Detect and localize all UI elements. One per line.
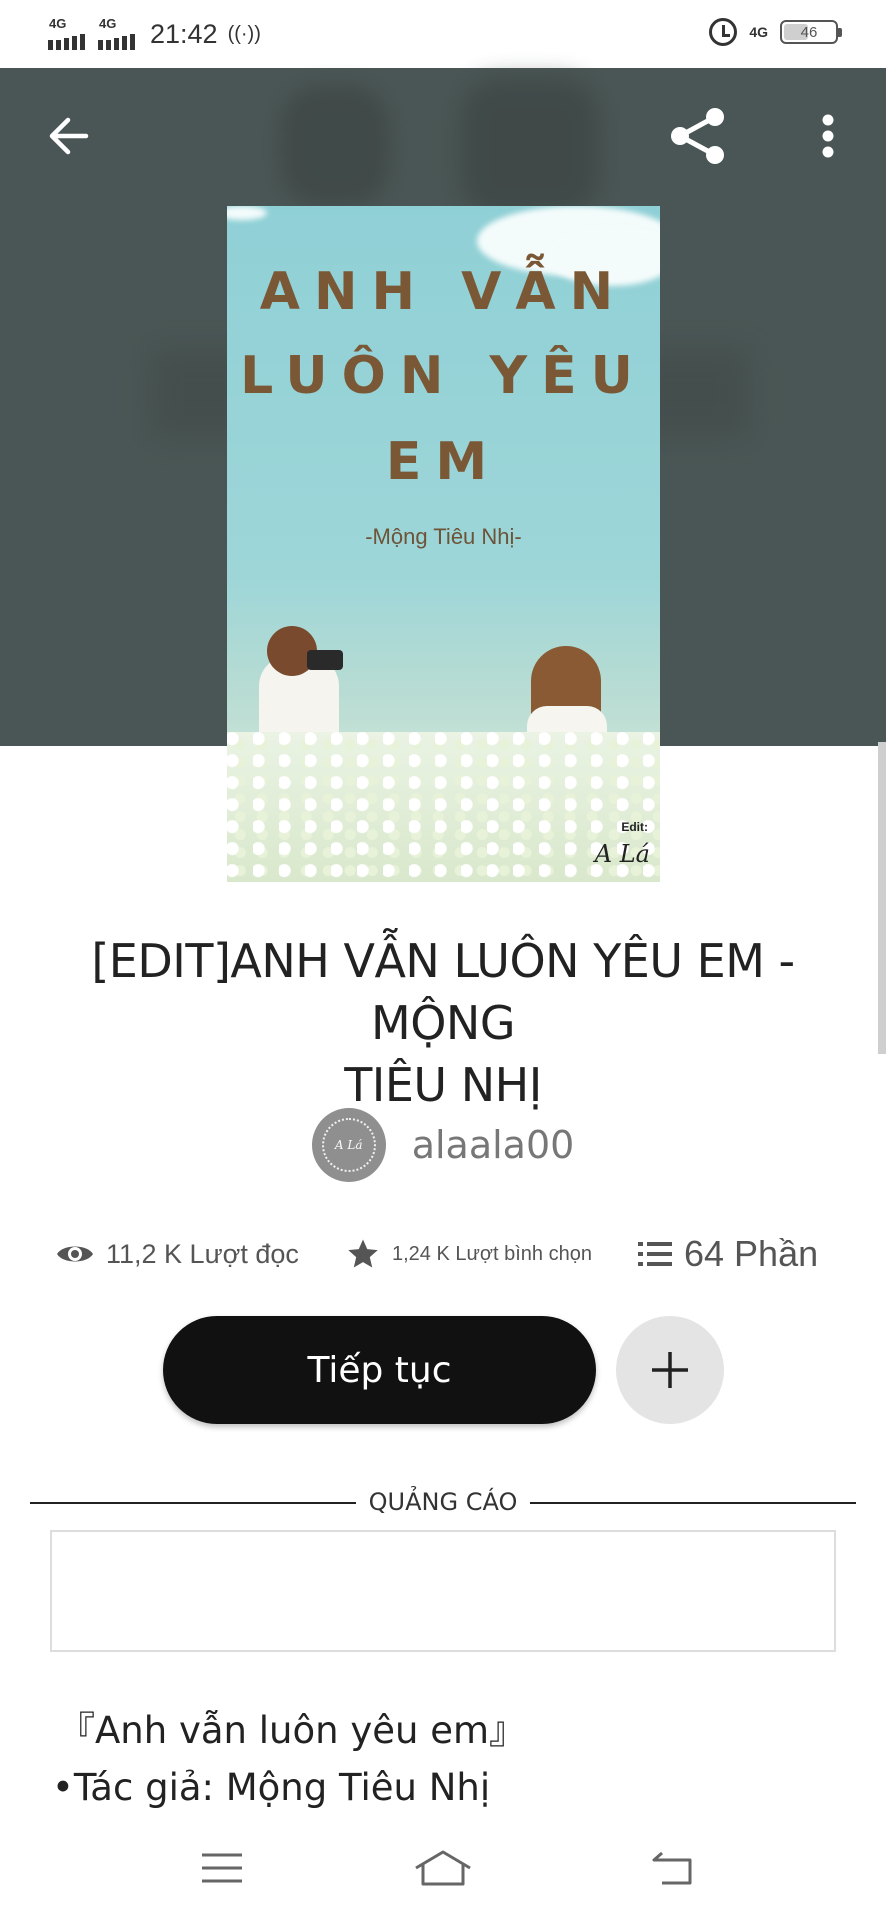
status-bar: 4G 4G 21:42 ((·)) 4G 46 xyxy=(0,0,886,68)
status-left: 4G 4G 21:42 ((·)) xyxy=(48,16,261,50)
signal-icon: 4G xyxy=(98,16,138,50)
eye-icon xyxy=(57,1246,93,1262)
battery-icon: 46 xyxy=(780,20,842,44)
network-type-label: 4G xyxy=(749,24,768,40)
sim1-network-label: 4G xyxy=(49,16,67,31)
star-icon xyxy=(348,1239,378,1268)
battery-level: 46 xyxy=(800,23,818,41)
nav-menu-button[interactable] xyxy=(190,1836,254,1900)
clock: 21:42 xyxy=(150,18,218,49)
cover-edit-tag: Edit: xyxy=(621,820,648,834)
signal-icon: 4G xyxy=(48,16,88,50)
stats-row: 11,2 K Lượt đọc 1,24 K Lượt bình chọn 64… xyxy=(56,1226,836,1282)
menu-icon xyxy=(202,1853,242,1883)
nav-home-button[interactable] xyxy=(411,1836,475,1900)
cover-title-line1: ANH VẪN xyxy=(259,262,628,322)
parts-count: 64 Phần xyxy=(684,1233,819,1274)
votes-count: 1,24 K Lượt bình chọn xyxy=(392,1242,592,1265)
list-icon xyxy=(638,1242,672,1266)
book-cover[interactable]: ANH VẪN LUÔN YÊU EM -Mộng Tiêu Nhị- Edit… xyxy=(227,206,660,882)
alarm-icon xyxy=(709,18,738,46)
avatar-text: A Lá xyxy=(321,1118,376,1172)
more-vertical-icon xyxy=(822,114,834,158)
votes-stat: 1,24 K Lượt bình chọn xyxy=(346,1226,592,1282)
share-button[interactable] xyxy=(662,100,734,172)
system-nav-bar xyxy=(0,1814,886,1920)
add-to-library-button[interactable] xyxy=(616,1316,724,1424)
nav-back-icon xyxy=(652,1851,692,1885)
plus-icon xyxy=(652,1352,688,1388)
book-title-line1: [EDIT]ANH VẪN LUÔN YÊU EM - MỘNG xyxy=(91,934,795,1050)
book-title: [EDIT]ANH VẪN LUÔN YÊU EM - MỘNG TIÊU NH… xyxy=(40,930,846,1116)
sim2-network-label: 4G xyxy=(99,16,117,31)
share-icon xyxy=(671,108,724,164)
hotspot-icon: ((·)) xyxy=(227,22,261,45)
scrollbar[interactable] xyxy=(878,742,886,1054)
ad-divider: QUẢNG CÁO xyxy=(30,1488,856,1518)
author-row[interactable]: A Lá alaala00 xyxy=(0,1108,886,1182)
description-line2: •Tác giả: Mộng Tiêu Nhị xyxy=(52,1766,491,1809)
nav-back-button[interactable] xyxy=(642,1836,706,1900)
reads-stat: 11,2 K Lượt đọc xyxy=(56,1226,299,1282)
more-options-button[interactable] xyxy=(806,104,850,168)
continue-reading-button[interactable]: Tiếp tục xyxy=(163,1316,596,1424)
cover-title-line3: EM xyxy=(385,432,502,492)
status-right: 4G 46 xyxy=(709,18,842,46)
reads-count: 11,2 K Lượt đọc xyxy=(106,1238,299,1269)
cover-edit-signature: A Lá xyxy=(594,840,650,868)
home-icon xyxy=(415,1850,471,1886)
avatar[interactable]: A Lá xyxy=(311,1108,386,1182)
description-line1: 『Anh vẫn luôn yêu em』 xyxy=(58,1709,527,1752)
parts-stat[interactable]: 64 Phần xyxy=(638,1226,818,1282)
cover-title-line2: LUÔN YÊU xyxy=(240,346,647,406)
book-description: 『Anh vẫn luôn yêu em』 •Tác giả: Mộng Tiê… xyxy=(52,1702,848,1816)
book-title-line2: TIÊU NHỊ xyxy=(344,1058,542,1112)
back-button[interactable] xyxy=(36,104,100,168)
arrow-left-icon xyxy=(49,117,89,155)
ad-slot[interactable] xyxy=(50,1530,836,1652)
cover-author: -Mộng Tiêu Nhị- xyxy=(365,524,522,549)
author-name[interactable]: alaala00 xyxy=(412,1123,575,1167)
